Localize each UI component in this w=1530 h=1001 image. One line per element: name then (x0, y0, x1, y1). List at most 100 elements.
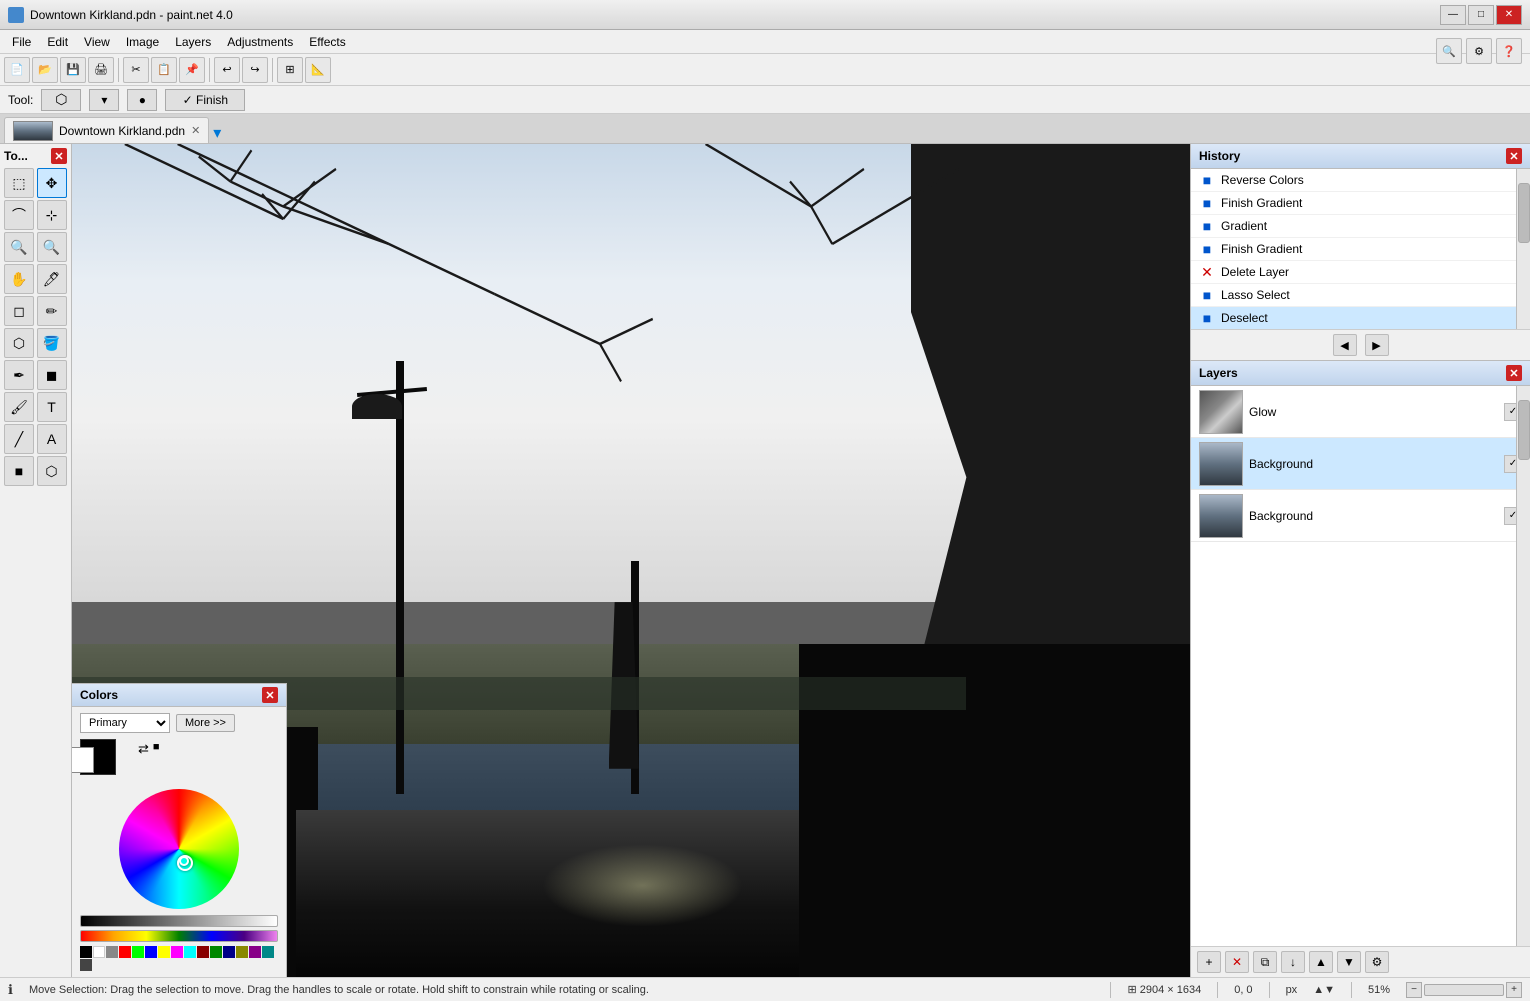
tool-fill[interactable]: ⬡ (4, 328, 34, 358)
tool-color-picker[interactable]: ✒ (4, 360, 34, 390)
tool-pencil[interactable]: ✏ (37, 296, 67, 326)
tool-bucket[interactable]: 🪣 (37, 328, 67, 358)
hue-slider[interactable] (80, 930, 278, 942)
history-item-3[interactable]: ■ Finish Gradient (1191, 238, 1530, 261)
tool-paint[interactable]: 🖊 (37, 264, 67, 294)
swatch-9[interactable] (197, 946, 209, 958)
history-item-0[interactable]: ■ Reverse Colors (1191, 169, 1530, 192)
tool-pan[interactable]: ✋ (4, 264, 34, 294)
tool-eraser[interactable]: ◻ (4, 296, 34, 326)
color-preview-option[interactable]: ● (127, 89, 157, 111)
history-item-1[interactable]: ■ Finish Gradient (1191, 192, 1530, 215)
layer-item-background1[interactable]: Background ✓ (1191, 438, 1530, 490)
menu-adjustments[interactable]: Adjustments (219, 33, 301, 51)
redo-button[interactable]: ↪ (242, 57, 268, 83)
swatch-11[interactable] (223, 946, 235, 958)
colors-panel-close[interactable]: ✕ (262, 687, 278, 703)
redo-history-button[interactable]: ▶ (1365, 334, 1389, 356)
merge-down-button[interactable]: ↓ (1281, 951, 1305, 973)
delete-layer-button[interactable]: ✕ (1225, 951, 1249, 973)
colors-more-button[interactable]: More >> (176, 714, 235, 732)
layers-scrollbar-thumb[interactable] (1518, 400, 1530, 460)
menu-layers[interactable]: Layers (167, 33, 219, 51)
swatch-10[interactable] (210, 946, 222, 958)
swatch-1[interactable] (93, 946, 105, 958)
swatch-3[interactable] (119, 946, 131, 958)
ruler-button[interactable]: 📐 (305, 57, 331, 83)
finish-button[interactable]: ✓ Finish (165, 89, 245, 111)
close-button[interactable]: ✕ (1496, 5, 1522, 25)
zoom-slider[interactable] (1424, 984, 1504, 996)
menu-image[interactable]: Image (118, 33, 167, 51)
tool-recolor[interactable]: 🖌 (4, 392, 34, 422)
tool-clone[interactable]: ◼ (37, 360, 67, 390)
swatch-4[interactable] (132, 946, 144, 958)
tool-move[interactable]: ⊹ (37, 200, 67, 230)
paste-button[interactable]: 📌 (179, 57, 205, 83)
grid-button[interactable]: ⊞ (277, 57, 303, 83)
history-item-6[interactable]: ■ Deselect (1191, 307, 1530, 329)
print-button[interactable]: 🖨 (88, 57, 114, 83)
undo-button[interactable]: ↩ (214, 57, 240, 83)
tool-lasso[interactable]: ⌒ (4, 200, 34, 230)
layer-properties-button[interactable]: ⚙ (1365, 951, 1389, 973)
swatch-8[interactable] (184, 946, 196, 958)
document-tab[interactable]: Downtown Kirkland.pdn ✕ (4, 117, 209, 143)
zoom-out-button[interactable]: − (1406, 982, 1422, 998)
swatch-14[interactable] (262, 946, 274, 958)
swatch-2[interactable] (106, 946, 118, 958)
open-button[interactable]: 📂 (32, 57, 58, 83)
swatch-5[interactable] (145, 946, 157, 958)
reset-colors-button[interactable]: ■ (153, 741, 160, 753)
copy-button[interactable]: 📋 (151, 57, 177, 83)
layer-item-background2[interactable]: Background ✓ (1191, 490, 1530, 542)
history-item-5[interactable]: ■ Lasso Select (1191, 284, 1530, 307)
cut-button[interactable]: ✂ (123, 57, 149, 83)
canvas-area[interactable]: Colors ✕ Primary Secondary More >> ⇄ (72, 144, 1190, 977)
history-item-2[interactable]: ■ Gradient (1191, 215, 1530, 238)
extra-btn1[interactable]: 🔍 (1436, 38, 1462, 64)
tool-zoom-in[interactable]: 🔍 (4, 232, 34, 262)
layers-scrollbar[interactable] (1516, 386, 1530, 946)
duplicate-layer-button[interactable]: ⧉ (1253, 951, 1277, 973)
swatch-15[interactable] (80, 959, 92, 971)
color-mode-select[interactable]: Primary Secondary (80, 713, 170, 733)
tools-panel-close[interactable]: ✕ (51, 148, 67, 164)
add-layer-button[interactable]: + (1197, 951, 1221, 973)
swatch-7[interactable] (171, 946, 183, 958)
tool-rectangle-select[interactable]: ⬚ (4, 168, 34, 198)
swatch-6[interactable] (158, 946, 170, 958)
tool-custom[interactable]: ⬡ (37, 456, 67, 486)
tool-shapes[interactable]: A (37, 424, 67, 454)
history-scrollbar[interactable] (1516, 169, 1530, 329)
tab-close-icon[interactable]: ✕ (191, 124, 200, 137)
minimize-button[interactable]: — (1440, 5, 1466, 25)
zoom-in-button[interactable]: + (1506, 982, 1522, 998)
menu-file[interactable]: File (4, 33, 39, 51)
tool-text[interactable]: T (37, 392, 67, 422)
history-panel-close[interactable]: ✕ (1506, 148, 1522, 164)
swap-colors-button[interactable]: ⇄ (138, 741, 149, 757)
move-layer-down-button[interactable]: ▼ (1337, 951, 1361, 973)
color-wheel[interactable] (119, 789, 239, 909)
extra-btn3[interactable]: ❓ (1496, 38, 1522, 64)
maximize-button[interactable]: □ (1468, 5, 1494, 25)
tool-move-selection[interactable]: ✥ (37, 168, 67, 198)
move-layer-up-button[interactable]: ▲ (1309, 951, 1333, 973)
layers-panel-close[interactable]: ✕ (1506, 365, 1522, 381)
swatch-0[interactable] (80, 946, 92, 958)
tool-zoom-out[interactable]: 🔍 (37, 232, 67, 262)
history-scrollbar-thumb[interactable] (1518, 183, 1530, 243)
menu-edit[interactable]: Edit (39, 33, 76, 51)
new-button[interactable]: 📄 (4, 57, 30, 83)
brightness-slider[interactable] (80, 915, 278, 927)
swatch-13[interactable] (249, 946, 261, 958)
tab-arrow-icon[interactable]: ▾ (213, 123, 221, 143)
tool-gradient[interactable]: ■ (4, 456, 34, 486)
secondary-color-swatch[interactable] (72, 747, 94, 773)
extra-btn2[interactable]: ⚙ (1466, 38, 1492, 64)
tool-options-dropdown[interactable]: ▾ (89, 89, 119, 111)
swatch-12[interactable] (236, 946, 248, 958)
history-item-4[interactable]: ✕ Delete Layer (1191, 261, 1530, 284)
undo-history-button[interactable]: ◀ (1333, 334, 1357, 356)
